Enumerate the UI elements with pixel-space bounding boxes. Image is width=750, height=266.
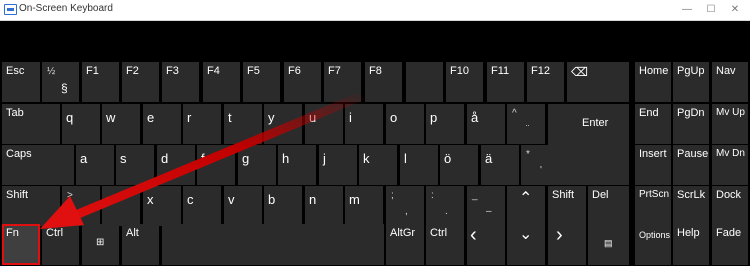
key-f6[interactable]: F6 [284, 62, 321, 102]
key-diaeresis[interactable]: ^ ¨ [507, 104, 545, 144]
key-s[interactable]: s [116, 145, 154, 185]
key-a[interactable]: a [76, 145, 114, 185]
key-f7[interactable]: F7 [324, 62, 361, 102]
key-h[interactable]: h [278, 145, 316, 185]
key-f12[interactable]: F12 [527, 62, 564, 102]
key-f9[interactable] [406, 62, 443, 102]
key-dock[interactable]: Dock [712, 186, 748, 226]
key-comma[interactable]: ;, [386, 186, 424, 226]
key-aring[interactable]: å [467, 104, 505, 144]
key-auml[interactable]: ä [481, 145, 519, 185]
key-f4[interactable]: F4 [203, 62, 240, 102]
key-o[interactable]: o [386, 104, 424, 144]
key-esc[interactable]: Esc [2, 62, 40, 102]
key-m[interactable]: m [345, 186, 383, 226]
key-f8[interactable]: F8 [365, 62, 402, 102]
key-x[interactable]: x [143, 186, 181, 226]
key-p[interactable]: p [426, 104, 464, 144]
key-z[interactable]: z [102, 186, 140, 226]
key-fn[interactable]: Fn [2, 224, 40, 265]
key-u[interactable]: u [305, 104, 343, 144]
key-l[interactable]: l [400, 145, 438, 185]
key-t[interactable]: t [224, 104, 262, 144]
key-tab[interactable]: Tab [2, 104, 60, 144]
key-n[interactable]: n [305, 186, 343, 226]
key-home[interactable]: Home [635, 62, 671, 102]
key-w[interactable]: w [102, 104, 140, 144]
key-caps[interactable]: Caps [2, 145, 74, 185]
keyboard-icon [4, 4, 17, 15]
key-prtscn[interactable]: PrtScn [635, 186, 671, 226]
key-alt[interactable]: Alt [122, 224, 159, 265]
key-scrlk[interactable]: ScrLk [673, 186, 709, 226]
key-enter[interactable]: Enter [548, 104, 629, 185]
key-q[interactable]: q [62, 104, 100, 144]
key-d[interactable]: d [157, 145, 195, 185]
maximize-button[interactable]: ☐ [700, 0, 722, 20]
key-insert[interactable]: Insert [635, 145, 671, 185]
key-apostrophe[interactable]: * ' [521, 145, 559, 185]
key-y[interactable]: y [264, 104, 302, 144]
key-arrow-right[interactable]: › [548, 224, 586, 265]
close-button[interactable]: ✕ [724, 0, 746, 20]
key-period[interactable]: :. [426, 186, 464, 226]
key-menu[interactable]: ▤ [588, 224, 629, 265]
key-r[interactable]: r [183, 104, 221, 144]
keyboard: Esc ½ § F1 F2 F3 F4 F5 F6 F7 F8 F10 F11 F… [0, 21, 750, 266]
key-arrow-left[interactable]: ‹ [467, 224, 505, 265]
key-ouml[interactable]: ö [440, 145, 478, 185]
key-nav[interactable]: Nav [712, 62, 748, 102]
windows-icon: ⊞ [96, 237, 105, 248]
key-f3[interactable]: F3 [162, 62, 199, 102]
title-bar: On-Screen Keyboard — ☐ ✕ [0, 0, 750, 21]
key-pgup[interactable]: PgUp [673, 62, 709, 102]
key-j[interactable]: j [319, 145, 357, 185]
arrow-down-icon: ⌄ [519, 226, 533, 243]
menu-icon: ▤ [604, 238, 613, 248]
key-fade[interactable]: Fade [712, 224, 748, 265]
arrow-right-icon: › [556, 224, 563, 246]
key-f10[interactable]: F10 [446, 62, 483, 102]
key-altgr[interactable]: AltGr [386, 224, 424, 265]
key-k[interactable]: k [359, 145, 397, 185]
key-options[interactable]: Options [635, 224, 671, 265]
key-arrow-down[interactable]: ⌄ [507, 224, 545, 265]
key-c[interactable]: c [183, 186, 221, 226]
key-g[interactable]: g [238, 145, 276, 185]
key-backspace[interactable]: ⌫ [567, 62, 629, 102]
key-mvup[interactable]: Mv Up [712, 104, 748, 144]
key-arrow-up[interactable]: ⌃ [507, 186, 545, 226]
key-windows[interactable]: ⊞ [82, 224, 119, 265]
key-dash[interactable]: _ – [467, 186, 505, 226]
key-help[interactable]: Help [673, 224, 709, 265]
key-b[interactable]: b [264, 186, 302, 226]
key-gt[interactable]: > [62, 186, 100, 226]
key-section[interactable]: ½ § [42, 62, 79, 102]
key-f[interactable]: f [197, 145, 235, 185]
key-pause[interactable]: Pause [673, 145, 709, 185]
key-e[interactable]: e [143, 104, 181, 144]
minimize-button[interactable]: — [676, 0, 698, 20]
key-f1[interactable]: F1 [82, 62, 119, 102]
key-i[interactable]: i [345, 104, 383, 144]
key-shift-right[interactable]: Shift [548, 186, 586, 226]
key-ctrl-right[interactable]: Ctrl [426, 224, 464, 265]
key-shift-left[interactable]: Shift [2, 186, 60, 226]
window-title: On-Screen Keyboard [19, 3, 113, 14]
backspace-icon: ⌫ [571, 65, 588, 79]
key-ctrl-left[interactable]: Ctrl [42, 224, 79, 265]
key-pgdn[interactable]: PgDn [673, 104, 709, 144]
key-space[interactable] [162, 224, 384, 265]
key-f2[interactable]: F2 [122, 62, 159, 102]
arrow-left-icon: ‹ [470, 224, 477, 246]
key-f11[interactable]: F11 [487, 62, 524, 102]
key-del[interactable]: Del [588, 186, 629, 226]
key-v[interactable]: v [224, 186, 262, 226]
arrow-up-icon: ⌃ [519, 190, 533, 207]
key-mvdn[interactable]: Mv Dn [712, 145, 748, 185]
key-end[interactable]: End [635, 104, 671, 144]
key-f5[interactable]: F5 [243, 62, 280, 102]
